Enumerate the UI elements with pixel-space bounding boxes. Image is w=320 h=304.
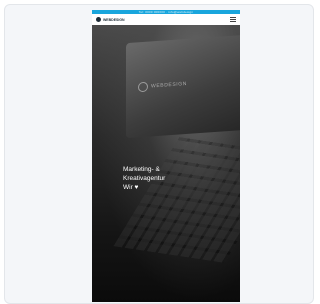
menu-icon[interactable]	[230, 17, 236, 22]
laptop-keyboard-image	[113, 137, 240, 263]
screen-logo: WEBDESIGN	[138, 79, 187, 93]
hero-heading: Marketing- & Kreativagentur Wir ♥	[123, 165, 165, 192]
laptop-screen-image: WEBDESIGN	[126, 34, 240, 139]
logo-text: WEBDESIGN	[103, 17, 125, 22]
logo-icon	[96, 17, 101, 22]
hero-section: WEBDESIGN Marketing- & Kreativagentur Wi…	[92, 25, 240, 302]
site-logo[interactable]: WEBDESIGN	[96, 17, 125, 22]
hero-line-2: Kreativagentur	[123, 175, 166, 182]
mobile-preview: Tel: 0000 000000 · info@webdesign WEBDES…	[92, 10, 240, 302]
hero-line-3: Wir ♥	[123, 184, 139, 191]
hero-line-1: Marketing- &	[123, 166, 160, 173]
screen-logo-icon	[138, 81, 148, 93]
screen-logo-text: WEBDESIGN	[151, 80, 187, 90]
navbar: WEBDESIGN	[92, 14, 240, 25]
